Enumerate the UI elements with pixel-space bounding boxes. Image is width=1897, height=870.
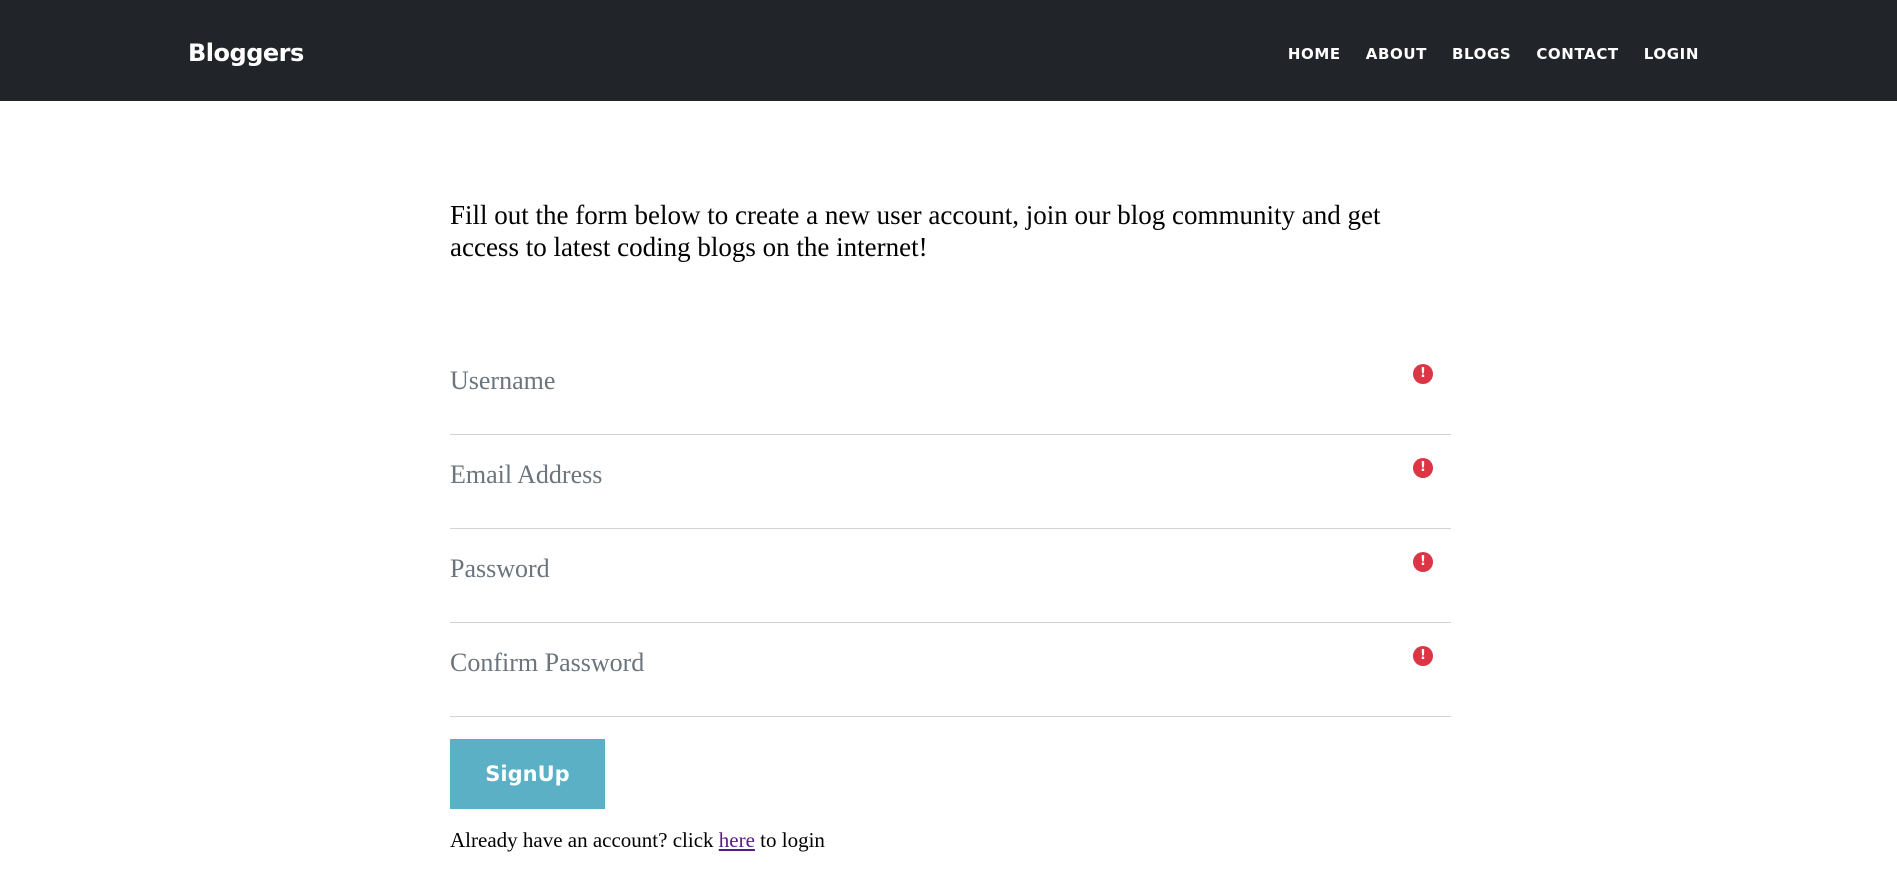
confirm-password-input[interactable] [450, 638, 1390, 688]
email-input[interactable] [450, 450, 1390, 500]
brand-logo-link[interactable]: Bloggers [188, 36, 304, 70]
password-input[interactable] [450, 544, 1390, 594]
signup-button[interactable]: SignUp [450, 739, 605, 809]
exclamation-circle-icon: ! [1413, 646, 1433, 666]
nav-link-home[interactable]: HOME [1288, 43, 1341, 65]
intro-text: Fill out the form below to create a new … [450, 200, 1381, 262]
exclamation-circle-icon: ! [1413, 458, 1433, 478]
navbar: Bloggers HOME ABOUT BLOGS CONTACT LOGIN [0, 0, 1897, 101]
nav-links: HOME ABOUT BLOGS CONTACT LOGIN [1263, 43, 1699, 65]
confirm-password-field-row: ! [450, 623, 1451, 717]
nav-link-contact[interactable]: CONTACT [1536, 43, 1618, 65]
password-field-row: ! [450, 529, 1451, 623]
login-prompt-after: to login [754, 828, 825, 852]
signup-form: ! ! ! ! [450, 341, 1451, 717]
exclamation-circle-icon: ! [1413, 552, 1433, 572]
login-prompt-before: Already have an account? click [450, 828, 719, 852]
email-field-row: ! [450, 435, 1451, 529]
nav-link-blogs[interactable]: BLOGS [1452, 43, 1511, 65]
login-here-link[interactable]: here [719, 828, 755, 852]
username-input[interactable] [450, 356, 1390, 406]
nav-link-login[interactable]: LOGIN [1644, 43, 1699, 65]
login-prompt: Already have an account? click here to l… [450, 826, 825, 854]
nav-link-about[interactable]: ABOUT [1366, 43, 1427, 65]
exclamation-circle-icon: ! [1413, 364, 1433, 384]
username-field-row: ! [450, 341, 1451, 435]
